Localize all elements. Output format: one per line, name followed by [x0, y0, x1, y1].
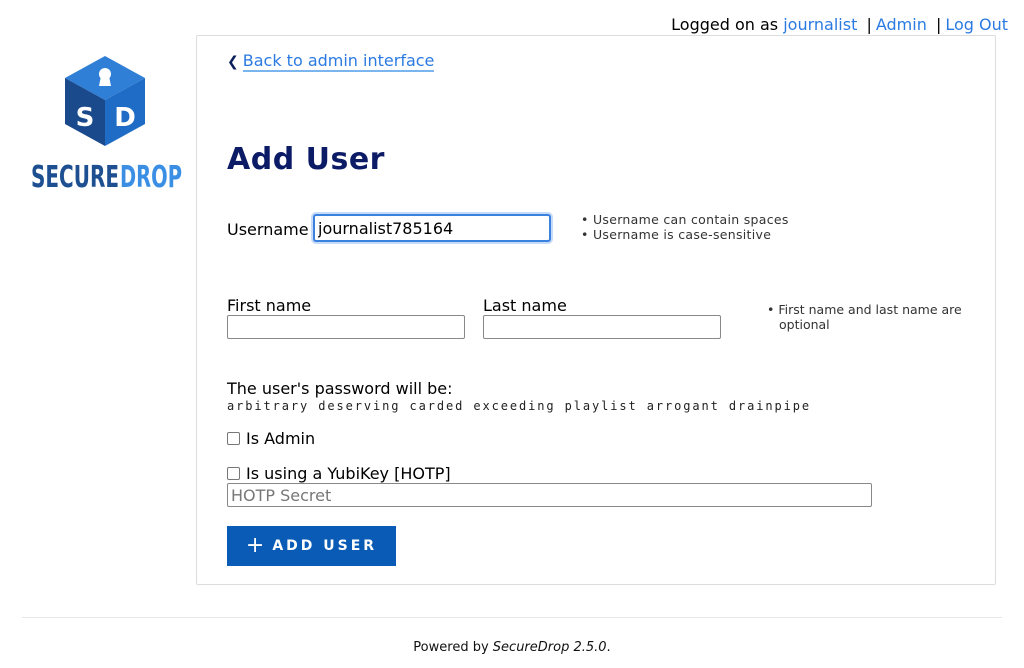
logged-on-label: Logged on as	[671, 15, 779, 34]
yubikey-label: Is using a YubiKey [HOTP]	[246, 464, 451, 483]
svg-text:SECURE: SECURE	[31, 160, 119, 192]
current-user-link[interactable]: journalist	[783, 15, 857, 34]
add-user-button[interactable]: + ADD USER	[227, 526, 396, 566]
footer-prefix: Powered by	[413, 640, 489, 655]
name-hint: First name and last name are optional	[767, 302, 967, 332]
username-hints: Username can contain spaces Username is …	[581, 212, 789, 242]
separator: |	[866, 15, 872, 34]
footer-suffix: .	[606, 640, 611, 655]
securedrop-logo[interactable]: S D SECURE DROP	[31, 54, 183, 196]
svg-text:S: S	[76, 103, 95, 133]
username-label: Username	[227, 220, 309, 239]
username-hint: Username is case-sensitive	[581, 227, 789, 242]
password-label: The user's password will be:	[227, 379, 453, 398]
footer-divider	[22, 617, 1002, 618]
first-name-label: First name	[227, 296, 312, 315]
last-name-label: Last name	[483, 296, 567, 315]
username-input[interactable]	[313, 214, 551, 242]
generated-password: arbitrary deserving carded exceeding pla…	[227, 399, 811, 413]
back-nav: ❮ Back to admin interface	[227, 50, 435, 73]
username-hint: Username can contain spaces	[581, 212, 789, 227]
logout-link[interactable]: Log Out	[945, 15, 1008, 34]
page-title: Add User	[227, 142, 385, 177]
is-admin-checkbox[interactable]	[227, 432, 240, 445]
is-admin-row[interactable]: Is Admin	[227, 429, 315, 448]
svg-text:D: D	[114, 103, 136, 133]
last-name-input[interactable]	[483, 315, 721, 339]
admin-link[interactable]: Admin	[876, 15, 927, 34]
user-nav: Logged on as journalist | Admin | Log Out	[671, 15, 1008, 35]
yubikey-checkbox[interactable]	[227, 467, 240, 480]
yubikey-row[interactable]: Is using a YubiKey [HOTP]	[227, 464, 451, 483]
first-name-input[interactable]	[227, 315, 465, 339]
add-user-label: ADD USER	[272, 538, 378, 554]
name-hints: First name and last name are optional	[767, 302, 967, 332]
hotp-secret-input[interactable]	[227, 483, 872, 507]
back-to-admin-link[interactable]: Back to admin interface	[242, 51, 435, 72]
separator: |	[935, 15, 942, 34]
footer-product: SecureDrop 2.5.0	[492, 640, 607, 655]
footer: Powered by SecureDrop 2.5.0.	[0, 640, 1024, 655]
securedrop-cube-icon: S D SECURE DROP	[31, 56, 182, 195]
plus-icon: +	[245, 533, 265, 558]
svg-text:DROP: DROP	[120, 160, 182, 192]
is-admin-label: Is Admin	[246, 429, 316, 448]
chevron-left-icon: ❮	[227, 54, 239, 70]
main-panel: ❮ Back to admin interface Add User Userna…	[196, 35, 996, 585]
